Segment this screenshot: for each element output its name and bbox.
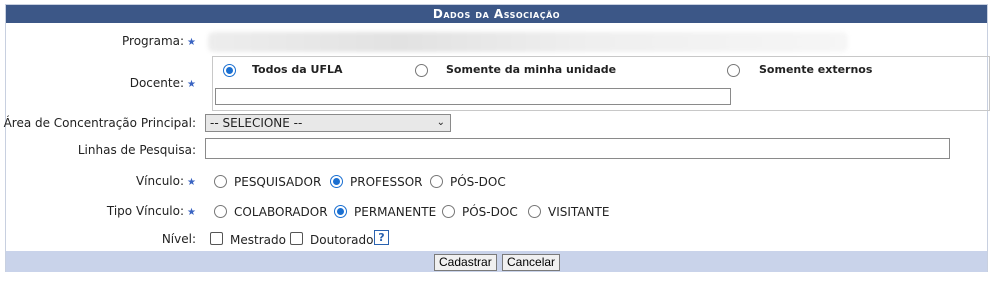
cadastrar-button[interactable]: Cadastrar: [434, 254, 497, 271]
nivel-label: Nível:: [161, 232, 196, 246]
programa-value-redacted: [208, 32, 848, 52]
form-footer: Cadastrar Cancelar: [6, 251, 987, 272]
area-select[interactable]: -- SELECIONE -- ⌄: [205, 114, 451, 132]
radio-vinculo-professor[interactable]: [330, 175, 343, 188]
required-star-icon: ★: [187, 37, 196, 48]
radio-tipo-visitante-label: VISITANTE: [548, 205, 610, 219]
docente-group: Todos da UFLA Somente da minha unidade S…: [212, 56, 990, 111]
programa-label: Programa: ★: [122, 34, 196, 48]
required-star-icon: ★: [187, 177, 196, 188]
radio-vinculo-professor-label: PROFESSOR: [350, 175, 423, 189]
radio-tipo-visitante[interactable]: [528, 205, 541, 218]
radio-tipo-colaborador-label: COLABORADOR: [234, 205, 328, 219]
required-star-icon: ★: [187, 207, 196, 218]
radio-vinculo-pesquisador-label: PESQUISADOR: [234, 175, 322, 189]
radio-vinculo-pesquisador[interactable]: [214, 175, 227, 188]
checkbox-mestrado[interactable]: [210, 232, 223, 245]
radio-docente-todos-label: Todos da UFLA: [252, 63, 343, 76]
radio-docente-unidade-label: Somente da minha unidade: [446, 63, 617, 76]
help-icon[interactable]: ?: [374, 230, 389, 245]
radio-tipo-permanente[interactable]: [334, 205, 347, 218]
required-star-icon: ★: [187, 79, 196, 90]
form-title: Dados da Associação: [6, 5, 987, 23]
radio-tipo-posdoc-label: PÓS-DOC: [462, 205, 518, 219]
checkbox-doutorado-label: Doutorado: [310, 233, 374, 247]
radio-vinculo-posdoc[interactable]: [430, 175, 443, 188]
chevron-down-icon: ⌄: [436, 117, 445, 128]
cancelar-button[interactable]: Cancelar: [502, 254, 561, 271]
radio-tipo-posdoc[interactable]: [442, 205, 455, 218]
radio-docente-externos[interactable]: [727, 64, 740, 77]
vinculo-label: Vínculo: ★: [135, 174, 196, 188]
radio-docente-externos-label: Somente externos: [759, 63, 873, 76]
association-form: Dados da Associação Programa: ★ Docente: ★…: [3, 4, 990, 272]
checkbox-mestrado-label: Mestrado: [230, 233, 286, 247]
radio-tipo-permanente-label: PERMANENTE: [354, 205, 437, 219]
area-label: Área de Concentração Principal:: [3, 116, 196, 130]
radio-tipo-colaborador[interactable]: [214, 205, 227, 218]
tipo-vinculo-label: Tipo Vínculo: ★: [106, 204, 196, 218]
radio-docente-todos[interactable]: [223, 64, 236, 77]
docente-label: Docente: ★: [129, 76, 196, 90]
linhas-input[interactable]: [205, 138, 950, 159]
checkbox-doutorado[interactable]: [290, 232, 303, 245]
radio-vinculo-posdoc-label: PÓS-DOC: [450, 175, 506, 189]
radio-docente-unidade[interactable]: [415, 64, 428, 77]
linhas-label: Linhas de Pesquisa:: [77, 143, 196, 157]
area-select-value: -- SELECIONE --: [210, 116, 303, 130]
docente-search-input[interactable]: [215, 88, 731, 105]
